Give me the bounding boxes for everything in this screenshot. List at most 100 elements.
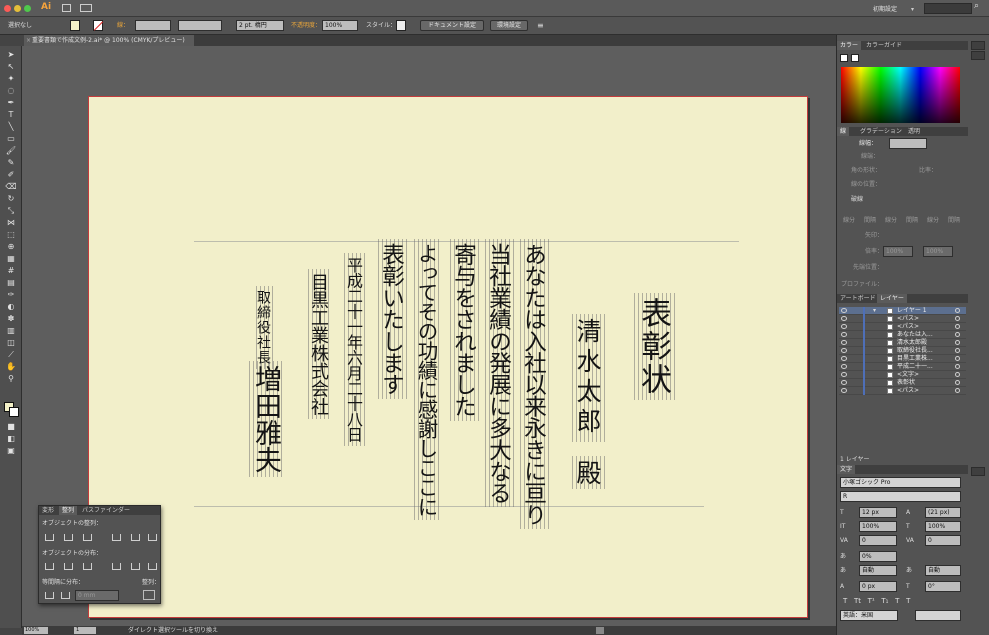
aki-left-field[interactable]: 自動 xyxy=(859,565,897,576)
visibility-eye-icon[interactable] xyxy=(841,332,847,337)
target-circle-icon[interactable] xyxy=(955,332,960,337)
layer-row[interactable]: 清水太郎殿 xyxy=(839,339,966,347)
symbol-sprayer-icon[interactable]: ✽ xyxy=(4,314,18,324)
eyedropper-icon[interactable]: ✑ xyxy=(4,290,18,300)
target-circle-icon[interactable] xyxy=(955,308,960,313)
font-style-select[interactable]: R xyxy=(840,491,961,502)
free-transform-icon[interactable]: ⬚ xyxy=(4,230,18,240)
tab-transform[interactable]: 変形 xyxy=(39,506,57,515)
body-line-2[interactable]: 当社業績の発展に多大なる xyxy=(482,239,515,508)
body-line-3[interactable]: 寄与をされました xyxy=(447,239,480,421)
character-panel-icon[interactable] xyxy=(971,467,985,476)
arrow-scale-end[interactable]: 100% xyxy=(923,246,953,257)
artboard-number-field[interactable]: 1 xyxy=(74,627,96,634)
tsume-field[interactable]: 0% xyxy=(859,551,897,562)
visibility-eye-icon[interactable] xyxy=(841,308,847,313)
lasso-icon[interactable]: ◌ xyxy=(4,86,18,96)
recipient-name[interactable]: 清水太郎 xyxy=(569,314,605,442)
target-circle-icon[interactable] xyxy=(955,324,960,329)
dashed-line-checkbox[interactable]: 破線 xyxy=(851,195,863,204)
visibility-eye-icon[interactable] xyxy=(841,364,847,369)
distribute-bottom-icon[interactable] xyxy=(83,563,92,570)
workspace-switcher[interactable]: 初期設定 xyxy=(873,4,897,13)
visibility-eye-icon[interactable] xyxy=(841,388,847,393)
character-rotation-field[interactable]: 0° xyxy=(925,581,961,592)
target-circle-icon[interactable] xyxy=(955,388,960,393)
distribute-top-icon[interactable] xyxy=(45,563,54,570)
visibility-eye-icon[interactable] xyxy=(841,316,847,321)
target-circle-icon[interactable] xyxy=(955,380,960,385)
rotate-tool-icon[interactable]: ↻ xyxy=(4,194,18,204)
color-panel-icon[interactable] xyxy=(971,51,985,60)
tab-align[interactable]: 整列 xyxy=(59,506,78,515)
artboard-tool-icon[interactable]: ◫ xyxy=(4,338,18,348)
color-mode-icon[interactable]: ■ xyxy=(4,422,18,432)
screen-mode-icon[interactable]: ▣ xyxy=(4,446,18,456)
target-circle-icon[interactable] xyxy=(955,348,960,353)
certificate-title[interactable]: 表彰状 xyxy=(631,293,676,400)
tab-artboards[interactable]: アートボード xyxy=(837,294,879,303)
target-circle-icon[interactable] xyxy=(955,316,960,321)
visibility-eye-icon[interactable] xyxy=(841,324,847,329)
tab-layers[interactable]: レイヤー xyxy=(877,294,907,303)
distribute-hcenter-icon[interactable] xyxy=(131,563,140,570)
tab-character[interactable]: 文字 xyxy=(837,465,856,474)
type-style-buttons[interactable]: T Tt T¹ T₁ T T xyxy=(843,597,910,606)
kerning-field[interactable]: 0 xyxy=(859,535,897,546)
target-circle-icon[interactable] xyxy=(955,364,960,369)
line-tool-icon[interactable]: ╲ xyxy=(4,122,18,132)
layer-row[interactable]: <パス> xyxy=(839,323,966,331)
minimize-window-button[interactable] xyxy=(14,5,21,12)
variable-width-profile[interactable] xyxy=(178,20,222,31)
horizontal-distribute-space-icon[interactable] xyxy=(61,592,70,599)
artboard[interactable]: 表彰状 清水太郎 殿 あなたは入社以来永きに亘り 当社業績の発展に多大なる 寄与… xyxy=(88,96,808,618)
panel-menu-icon[interactable]: ≡ xyxy=(537,21,544,30)
distribute-left-icon[interactable] xyxy=(112,563,121,570)
stroke-swatch[interactable] xyxy=(93,20,104,31)
expand-triangle-icon[interactable]: ▾ xyxy=(873,307,876,315)
color-panel-fill[interactable] xyxy=(851,54,859,62)
search-field[interactable] xyxy=(924,3,972,14)
president-name[interactable]: 増田雅夫 xyxy=(246,361,285,477)
blend-tool-icon[interactable]: ◐ xyxy=(4,302,18,312)
graphic-style-swatch[interactable] xyxy=(396,20,406,31)
honorific[interactable]: 殿 xyxy=(569,456,605,489)
layer-row[interactable]: ▾ レイヤー 1 xyxy=(839,307,966,315)
pen-tool-icon[interactable]: ✒ xyxy=(4,98,18,108)
shape-builder-icon[interactable]: ⊕ xyxy=(4,242,18,252)
search-icon[interactable]: ⌕ xyxy=(974,1,979,11)
document-setup-button[interactable]: ドキュメント設定 xyxy=(420,20,484,31)
arrange-documents-icon[interactable] xyxy=(80,4,92,12)
layer-row[interactable]: 取締役社長... xyxy=(839,347,966,355)
color-panel-stroke[interactable] xyxy=(840,54,848,62)
body-line-5[interactable]: 表彰いたします xyxy=(375,239,408,399)
slice-tool-icon[interactable]: ⟋ xyxy=(4,350,18,360)
close-window-button[interactable] xyxy=(4,5,11,12)
tab-color[interactable]: カラー xyxy=(837,41,862,50)
body-line-1[interactable]: あなたは入社以来永きに亘り xyxy=(517,239,550,530)
visibility-eye-icon[interactable] xyxy=(841,356,847,361)
arrow-scale-start[interactable]: 100% xyxy=(883,246,913,257)
drawing-mode-icon[interactable]: ◧ xyxy=(4,434,18,444)
selection-tool-icon[interactable]: ➤ xyxy=(4,50,18,60)
layer-row[interactable]: <文字> xyxy=(839,371,966,379)
mesh-tool-icon[interactable]: # xyxy=(4,266,18,276)
width-tool-icon[interactable]: ⋈ xyxy=(4,218,18,228)
brush-definition[interactable]: 2 pt. 楕円 xyxy=(236,20,284,31)
fill-swatch[interactable] xyxy=(70,20,80,31)
layer-row[interactable]: <パス> xyxy=(839,315,966,323)
visibility-eye-icon[interactable] xyxy=(841,380,847,385)
preferences-button[interactable]: 環境設定 xyxy=(490,20,528,31)
scale-tool-icon[interactable]: ⤡ xyxy=(4,206,18,216)
target-circle-icon[interactable] xyxy=(955,340,960,345)
direct-selection-tool-icon[interactable]: ↖ xyxy=(4,62,18,72)
font-family-select[interactable]: 小塚ゴシック Pro xyxy=(840,477,961,488)
hand-tool-icon[interactable]: ✋ xyxy=(4,362,18,372)
aki-right-field[interactable]: 自動 xyxy=(925,565,961,576)
layer-row[interactable]: <パス> xyxy=(839,387,966,395)
vertical-distribute-space-icon[interactable] xyxy=(45,592,54,599)
vertical-scale-field[interactable]: 100% xyxy=(859,521,897,532)
font-size-field[interactable]: 12 px xyxy=(859,507,897,518)
color-spectrum[interactable] xyxy=(841,67,960,123)
date-text[interactable]: 平成二十一年六月二十八日 xyxy=(341,253,365,446)
